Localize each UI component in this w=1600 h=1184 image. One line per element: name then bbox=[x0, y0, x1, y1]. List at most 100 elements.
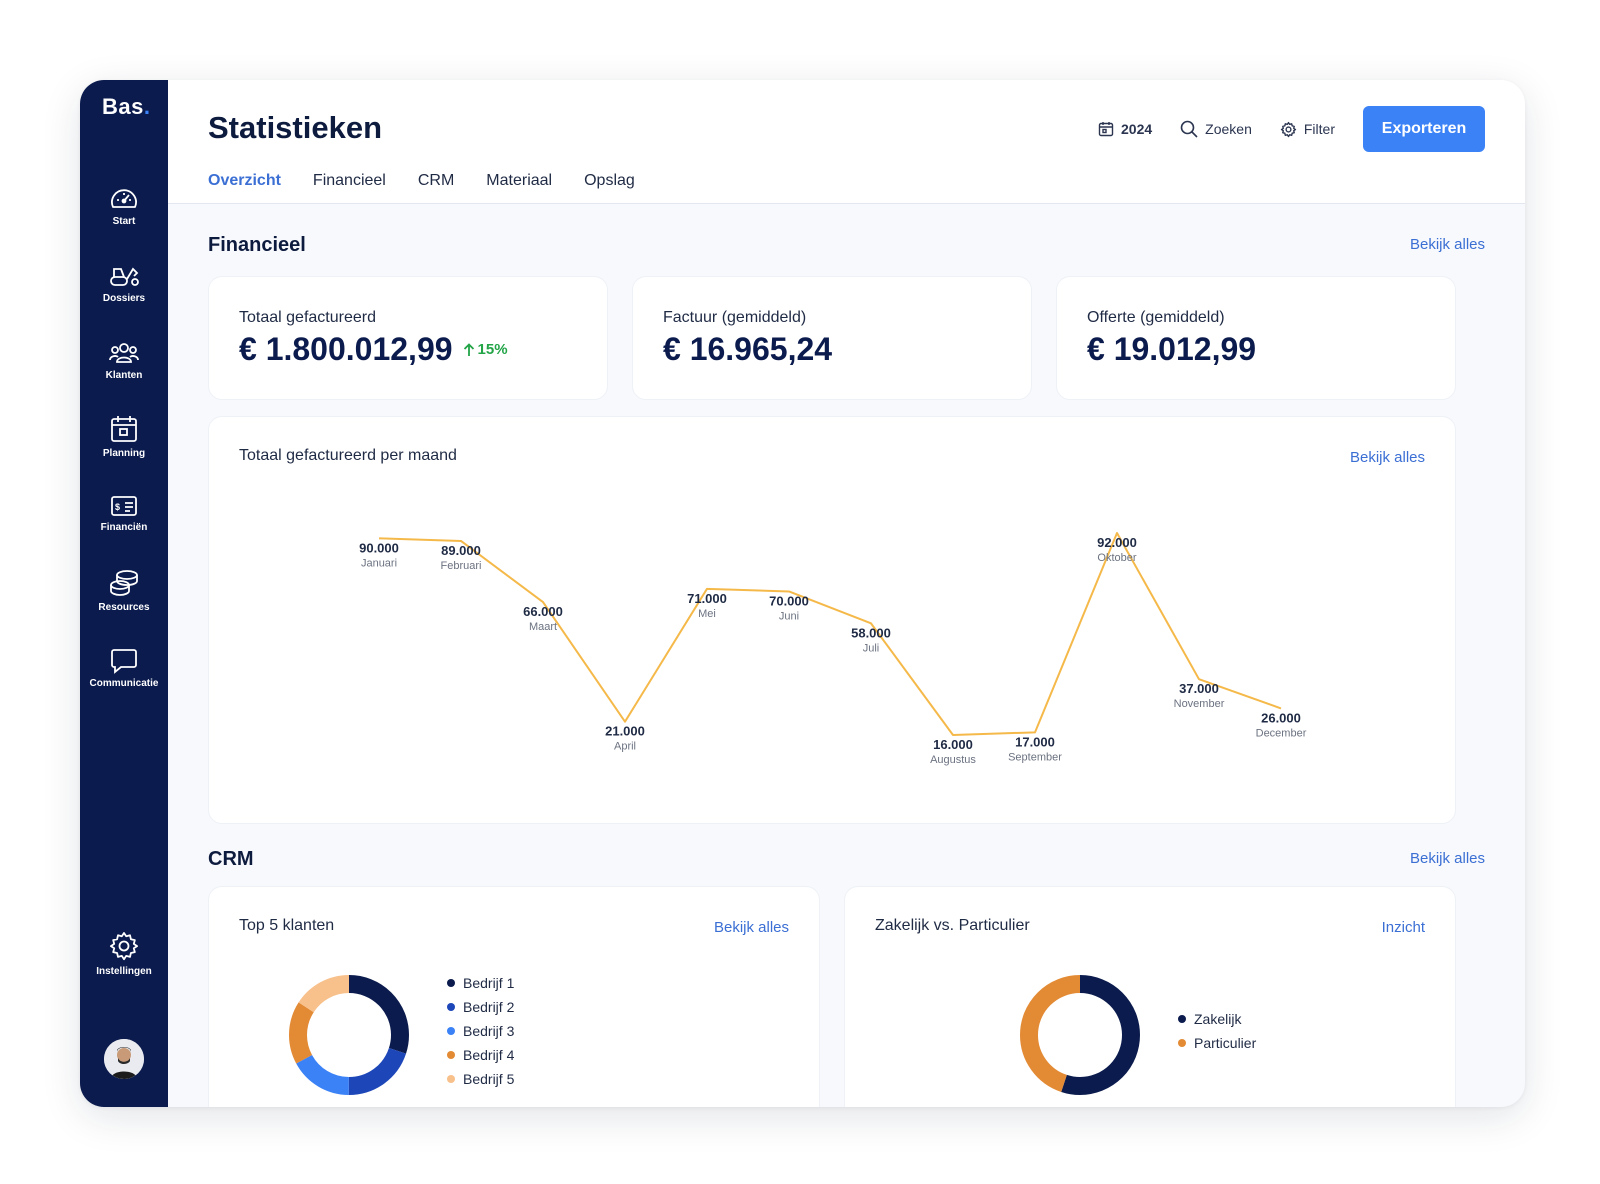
kpi-value-text: € 1.800.012,99 bbox=[239, 331, 453, 367]
legend-item: Bedrijf 3 bbox=[447, 1019, 514, 1043]
search-button[interactable]: Zoeken bbox=[1180, 120, 1252, 138]
legend-dot bbox=[1178, 1015, 1186, 1023]
sidebar-item-label: Communicatie bbox=[89, 678, 159, 689]
data-label-group: 90.000 Januari bbox=[359, 540, 399, 569]
kpi-label: Offerte (gemiddeld) bbox=[1087, 309, 1225, 326]
data-label-month: September bbox=[1008, 751, 1062, 763]
app-logo[interactable]: Bas. bbox=[102, 94, 150, 120]
kpi-delta-text: 15% bbox=[477, 341, 508, 358]
year-label: 2024 bbox=[1121, 121, 1153, 137]
legend-label: Particulier bbox=[1194, 1035, 1257, 1051]
data-label-month: Juli bbox=[863, 642, 880, 654]
tab-opslag[interactable]: Opslag bbox=[584, 172, 635, 190]
speedometer-icon bbox=[111, 189, 137, 208]
header: Statistieken 2024 Zoeken Filter Exporter… bbox=[168, 80, 1525, 204]
data-label-value: 71.000 bbox=[687, 591, 727, 606]
coins-icon bbox=[110, 570, 138, 596]
sidebar-item-communicatie[interactable]: Communicatie bbox=[80, 646, 168, 689]
user-avatar-icon bbox=[104, 1039, 144, 1079]
section-title-financieel: Financieel bbox=[208, 234, 306, 256]
data-label-group: 58.000 Juli bbox=[851, 625, 891, 654]
sidebar-item-dossiers[interactable]: Dossiers bbox=[80, 263, 168, 304]
logo-text: Bas bbox=[102, 94, 144, 119]
legend-item: Zakelijk bbox=[1178, 1007, 1256, 1031]
series-line bbox=[378, 532, 1282, 736]
legend-dot bbox=[447, 979, 455, 987]
data-label-group: 17.000 September bbox=[1008, 734, 1062, 763]
card-title: Zakelijk vs. Particulier bbox=[875, 917, 1030, 934]
financieel-view-all-link[interactable]: Bekijk alles bbox=[1410, 236, 1485, 253]
calendar-icon bbox=[111, 416, 137, 442]
data-label-value: 37.000 bbox=[1179, 681, 1219, 696]
data-label-value: 26.000 bbox=[1261, 710, 1301, 725]
arrow-up-icon bbox=[463, 342, 474, 356]
monthly-chart-card: Totaal gefactureerd per maand Bekijk all… bbox=[208, 416, 1456, 824]
data-label-group: 16.000 Augustus bbox=[930, 737, 976, 766]
filter-button[interactable]: Filter bbox=[1280, 121, 1335, 138]
gear-icon bbox=[110, 932, 138, 961]
filter-label: Filter bbox=[1303, 121, 1335, 137]
kpi-label: Factuur (gemiddeld) bbox=[663, 309, 807, 326]
search-label: Zoeken bbox=[1205, 121, 1252, 137]
data-label-month: Juni bbox=[779, 610, 799, 622]
split-insight-link[interactable]: Inzicht bbox=[1382, 919, 1425, 936]
legend-item: Bedrijf 4 bbox=[447, 1043, 514, 1067]
sidebar: Bas. Start Dossiers Klanten Planning $ F… bbox=[80, 80, 168, 1107]
kpi-card-factuur: Factuur (gemiddeld) € 16.965,24 bbox=[632, 276, 1032, 400]
logo-dot: . bbox=[143, 94, 151, 119]
sidebar-item-financien[interactable]: $ Financiën bbox=[80, 494, 168, 533]
sidebar-item-label: Start bbox=[112, 216, 136, 227]
sidebar-item-instellingen[interactable]: Instellingen bbox=[80, 930, 168, 977]
data-label-value: 21.000 bbox=[605, 724, 645, 739]
data-label-month: Maart bbox=[529, 621, 557, 633]
top5-legend: Bedrijf 1 Bedrijf 2 Bedrijf 3 Bedrijf 4 Bedr… bbox=[447, 971, 514, 1091]
sidebar-item-label: Financiën bbox=[100, 522, 148, 533]
kpi-value-text: € 16.965,24 bbox=[663, 331, 833, 367]
tab-materiaal[interactable]: Materiaal bbox=[486, 172, 552, 190]
legend-item: Particulier bbox=[1178, 1031, 1256, 1055]
data-label-group: 71.000 Mei bbox=[687, 591, 727, 620]
data-label-value: 92.000 bbox=[1097, 535, 1137, 550]
data-label-month: Januari bbox=[361, 557, 397, 569]
legend-label: Bedrijf 5 bbox=[463, 1071, 515, 1087]
sidebar-item-label: Klanten bbox=[105, 370, 143, 381]
legend-dot bbox=[447, 1051, 455, 1059]
search-icon bbox=[1180, 120, 1198, 138]
sidebar-item-label: Planning bbox=[102, 448, 146, 459]
top5-view-all-link[interactable]: Bekijk alles bbox=[714, 919, 789, 936]
legend-item: Bedrijf 2 bbox=[447, 995, 514, 1019]
sidebar-item-planning[interactable]: Planning bbox=[80, 414, 168, 459]
legend-label: Bedrijf 2 bbox=[463, 999, 515, 1015]
section-title-crm: CRM bbox=[208, 848, 254, 870]
sidebar-item-start[interactable]: Start bbox=[80, 186, 168, 227]
export-button[interactable]: Exporteren bbox=[1363, 106, 1485, 152]
avatar[interactable] bbox=[104, 1039, 144, 1079]
legend-dot bbox=[447, 1075, 455, 1083]
top5-donut-chart bbox=[289, 975, 409, 1095]
data-label-value: 16.000 bbox=[933, 737, 973, 752]
year-selector[interactable]: 2024 bbox=[1098, 121, 1152, 137]
tab-overzicht[interactable]: Overzicht bbox=[208, 172, 281, 190]
data-label-group: 89.000 Februari bbox=[441, 543, 482, 572]
sidebar-item-resources[interactable]: Resources bbox=[80, 568, 168, 613]
legend-label: Zakelijk bbox=[1194, 1011, 1242, 1027]
gear-icon bbox=[1280, 121, 1297, 137]
sidebar-item-klanten[interactable]: Klanten bbox=[80, 340, 168, 381]
monthly-line-chart: 90.000 Januari 89.000 Februari 66.000 Maart 21… bbox=[359, 532, 1307, 766]
data-label-month: Mei bbox=[698, 608, 716, 620]
crm-view-all-link[interactable]: Bekijk alles bbox=[1410, 850, 1485, 867]
kpi-value: € 1.800.012,99 15% bbox=[239, 331, 508, 368]
data-label-month: December bbox=[1256, 727, 1307, 739]
sidebar-item-label: Instellingen bbox=[96, 966, 152, 977]
legend-item: Bedrijf 1 bbox=[447, 971, 514, 995]
bill-icon: $ bbox=[111, 496, 137, 516]
data-label-group: 26.000 December bbox=[1256, 710, 1307, 739]
data-label-month: November bbox=[1174, 698, 1225, 710]
tab-crm[interactable]: CRM bbox=[418, 172, 454, 190]
tab-financieel[interactable]: Financieel bbox=[313, 172, 386, 190]
legend-dot bbox=[447, 1027, 455, 1035]
split-donut-chart bbox=[1020, 975, 1140, 1095]
kpi-value: € 16.965,24 bbox=[663, 331, 832, 368]
kpi-label: Totaal gefactureerd bbox=[239, 309, 376, 326]
data-label-group: 70.000 Juni bbox=[769, 593, 809, 622]
